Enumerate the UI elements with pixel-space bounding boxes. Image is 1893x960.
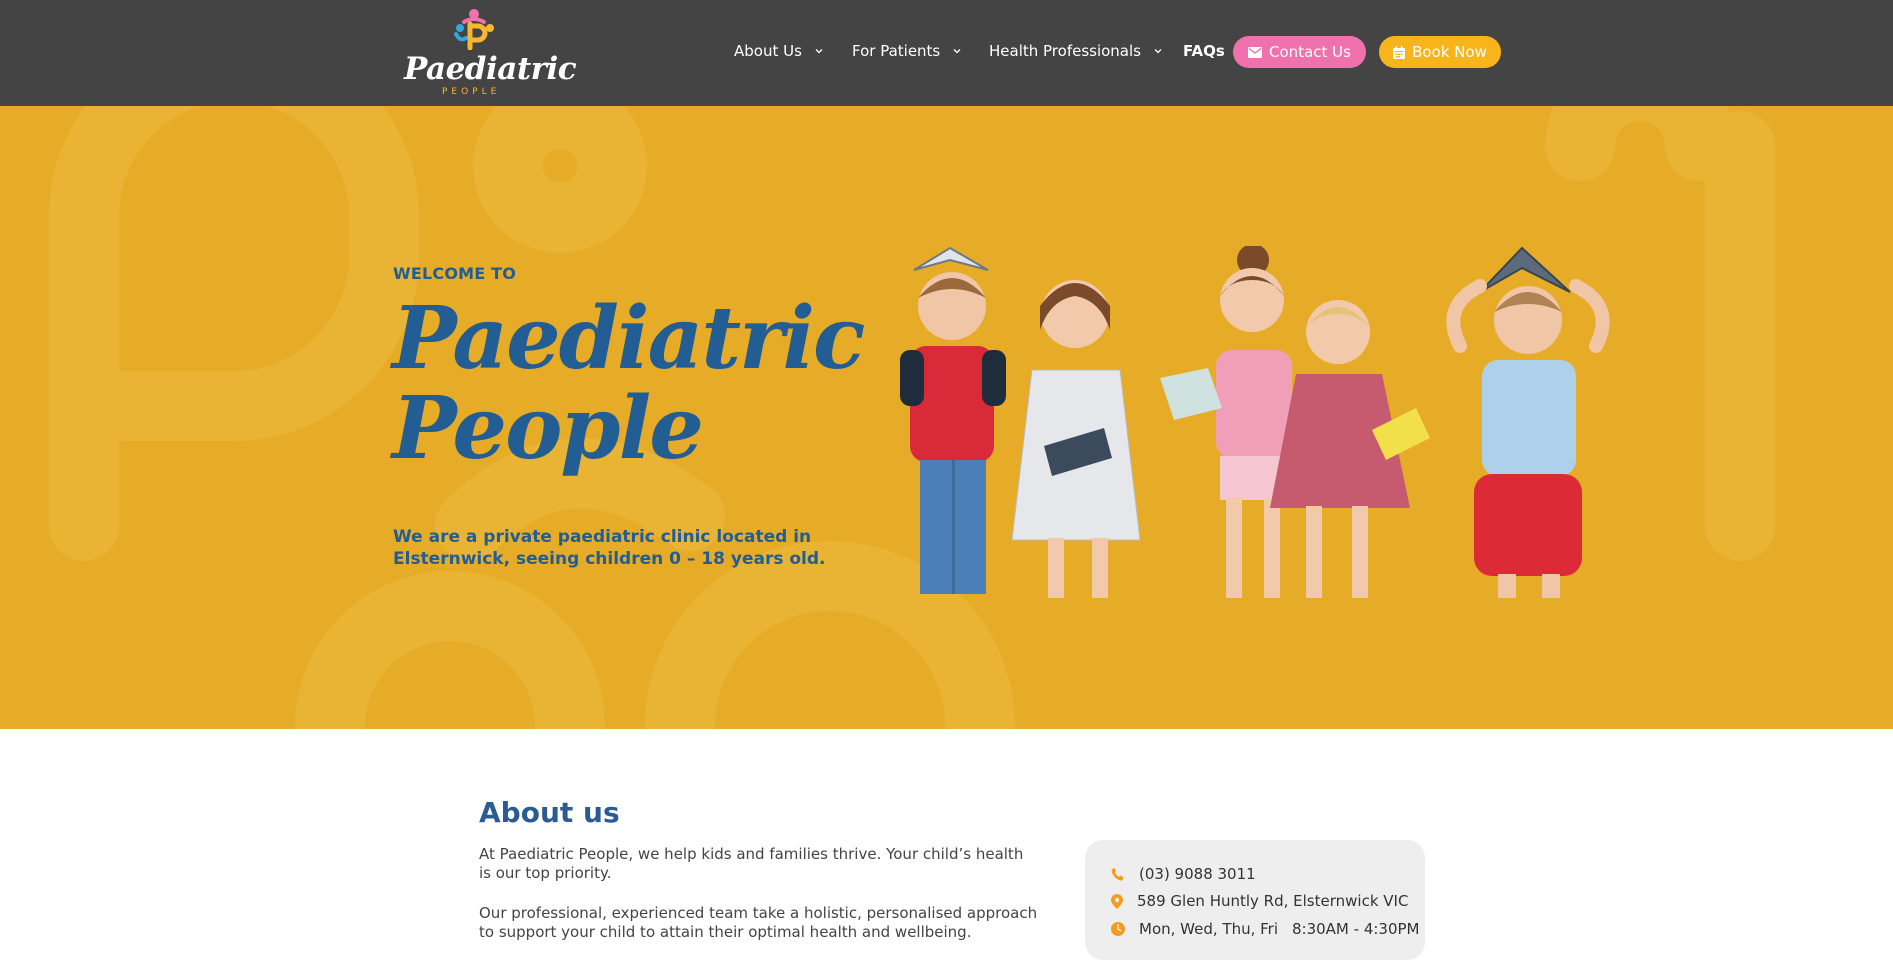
phone-number: (03) 9088 3011 bbox=[1139, 865, 1256, 883]
hours-row: Mon, Wed, Thu, Fri 8:30AM - 4:30PM bbox=[1111, 920, 1420, 938]
nav-item-for-patients[interactable]: For Patients bbox=[852, 36, 962, 66]
chevron-down-icon bbox=[1154, 49, 1162, 54]
calendar-icon bbox=[1393, 45, 1406, 59]
about-paragraph: Our professional, experienced team take … bbox=[479, 904, 1038, 941]
nav-item-health-professionals[interactable]: Health Professionals bbox=[989, 36, 1163, 66]
chevron-down-icon bbox=[953, 49, 961, 54]
logo-mark-icon bbox=[454, 9, 494, 50]
clock-icon bbox=[1111, 922, 1125, 936]
contact-us-label: Contact Us bbox=[1269, 43, 1351, 61]
nav-item-label: FAQs bbox=[1183, 42, 1225, 60]
child-figure bbox=[1011, 280, 1141, 598]
phone-icon bbox=[1111, 867, 1124, 881]
child-figure bbox=[1160, 246, 1292, 598]
contact-info-card: (03) 9088 3011 589 Glen Huntly Rd, Elste… bbox=[1085, 840, 1425, 960]
hero-welcome: WELCOME TO bbox=[393, 264, 517, 283]
phone-row[interactable]: (03) 9088 3011 bbox=[1111, 865, 1256, 883]
child-figure bbox=[900, 246, 1006, 594]
logo-wordmark: Paediatric bbox=[404, 51, 577, 87]
about-paragraph: At Paediatric People, we help kids and f… bbox=[479, 845, 1024, 882]
nav-item-about-us[interactable]: About Us bbox=[734, 36, 824, 66]
hero-description: We are a private paediatric clinic locat… bbox=[393, 527, 826, 569]
address-row[interactable]: 589 Glen Huntly Rd, Elsternwick VIC bbox=[1111, 892, 1408, 910]
chevron-down-icon bbox=[815, 49, 823, 54]
nav-item-label: For Patients bbox=[852, 42, 941, 60]
book-now-label: Book Now bbox=[1412, 43, 1487, 61]
hours-time: 8:30AM - 4:30PM bbox=[1291, 920, 1420, 938]
hero-title: Paediatric People bbox=[392, 288, 865, 479]
logo-subtitle: PEOPLE bbox=[442, 87, 501, 97]
envelope-icon bbox=[1248, 46, 1263, 58]
children-reading-photo bbox=[900, 246, 1610, 598]
site-logo[interactable]: Paediatric PEOPLE bbox=[400, 8, 577, 98]
hero-title-line: People bbox=[392, 378, 704, 479]
book-now-button[interactable]: Book Now bbox=[1379, 36, 1501, 68]
child-figure bbox=[1270, 300, 1430, 598]
hours-days: Mon, Wed, Thu, Fri bbox=[1139, 920, 1278, 938]
about-title: About us bbox=[479, 796, 620, 829]
contact-us-button[interactable]: Contact Us bbox=[1233, 36, 1366, 68]
nav-item-label: About Us bbox=[734, 42, 802, 60]
child-figure bbox=[1446, 246, 1610, 598]
nav-item-label: Health Professionals bbox=[989, 42, 1141, 60]
hero-section: WELCOME TO Paediatric People We are a pr… bbox=[0, 106, 1893, 729]
site-header: Paediatric PEOPLE About Us For Patients … bbox=[0, 0, 1893, 106]
nav-item-faqs[interactable]: FAQs bbox=[1183, 36, 1225, 66]
map-pin-icon bbox=[1111, 893, 1123, 909]
address-text: 589 Glen Huntly Rd, Elsternwick VIC bbox=[1137, 892, 1409, 910]
hero-title-line: Paediatric bbox=[392, 288, 865, 389]
